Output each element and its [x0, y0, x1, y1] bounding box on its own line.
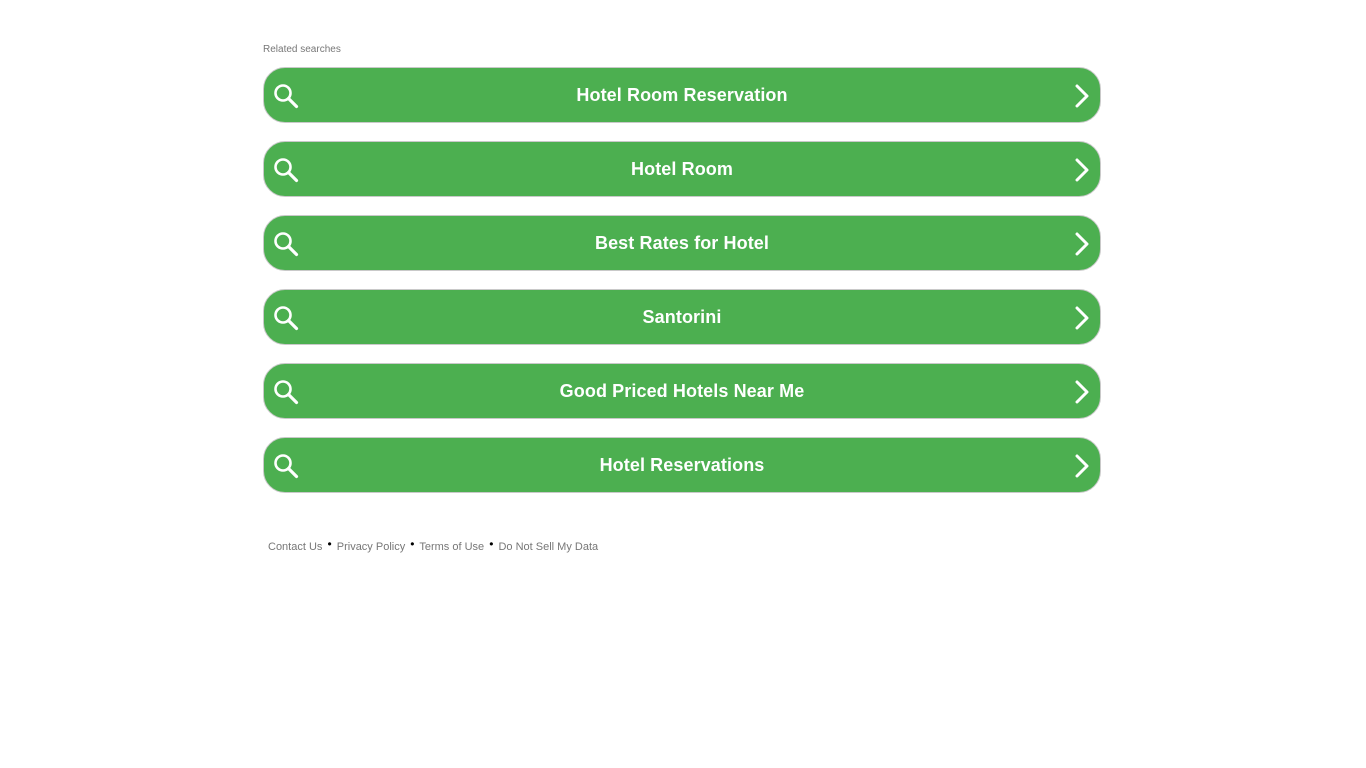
related-search-label: Good Priced Hotels Near Me	[559, 380, 805, 401]
related-search-item-4[interactable]: Santorini	[263, 289, 1101, 345]
search-icon	[274, 84, 299, 109]
terms-of-use-link[interactable]: Terms of Use	[419, 541, 484, 553]
related-search-label: Hotel Reservations	[599, 454, 765, 475]
related-searches-list: Hotel Room Reservation Hotel Room Best R…	[263, 67, 1103, 511]
footer-links: Contact Us • Privacy Policy • Terms of U…	[268, 537, 598, 553]
footer-separator: •	[327, 537, 332, 551]
search-icon	[274, 232, 299, 257]
privacy-policy-link[interactable]: Privacy Policy	[337, 541, 405, 553]
related-search-label: Hotel Room Reservation	[576, 84, 788, 105]
search-icon	[274, 380, 299, 405]
chevron-right-icon	[1075, 232, 1089, 256]
search-icon	[274, 158, 299, 183]
related-search-item-3[interactable]: Best Rates for Hotel	[263, 215, 1101, 271]
related-search-label: Hotel Room	[631, 158, 733, 179]
related-search-label: Santorini	[642, 306, 722, 327]
chevron-right-icon	[1075, 380, 1089, 404]
footer-separator: •	[489, 537, 494, 551]
chevron-right-icon	[1075, 454, 1089, 478]
contact-us-link[interactable]: Contact Us	[268, 541, 322, 553]
chevron-right-icon	[1075, 84, 1089, 108]
search-icon	[274, 454, 299, 479]
related-search-label: Best Rates for Hotel	[594, 232, 770, 253]
related-search-item-2[interactable]: Hotel Room	[263, 141, 1101, 197]
related-search-item-1[interactable]: Hotel Room Reservation	[263, 67, 1101, 123]
search-icon	[274, 306, 299, 331]
related-search-item-6[interactable]: Hotel Reservations	[263, 437, 1101, 493]
chevron-right-icon	[1075, 158, 1089, 182]
related-searches-heading: Related searches	[263, 44, 341, 55]
related-search-item-5[interactable]: Good Priced Hotels Near Me	[263, 363, 1101, 419]
do-not-sell-link[interactable]: Do Not Sell My Data	[498, 541, 598, 553]
footer-separator: •	[410, 537, 415, 551]
chevron-right-icon	[1075, 306, 1089, 330]
